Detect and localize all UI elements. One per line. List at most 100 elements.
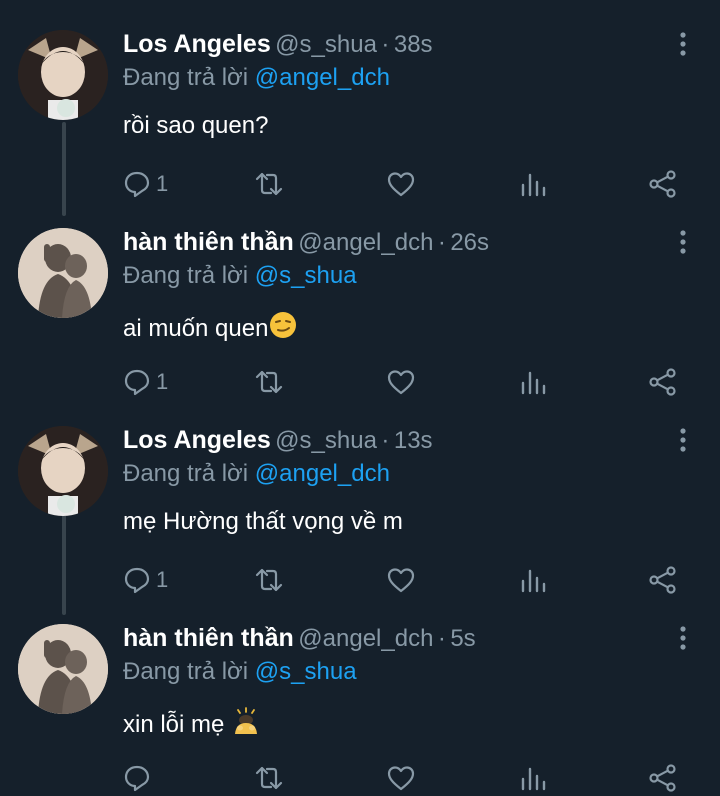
avatar[interactable] — [18, 228, 108, 318]
share-button[interactable] — [648, 364, 678, 400]
separator: · — [437, 625, 446, 652]
heart-icon — [387, 172, 415, 197]
user-handle[interactable]: @angel_dch — [298, 625, 433, 652]
more-options-icon[interactable] — [672, 228, 694, 258]
reply-count: 1 — [156, 171, 169, 196]
tweet-text: mẹ Hường thất vọng về m — [123, 508, 403, 536]
tweet-header: hàn thiên thần @angel_dch · 5s — [123, 624, 476, 660]
retweet-button[interactable] — [254, 760, 284, 796]
tweet-header: hàn thiên thần @angel_dch · 26s — [123, 228, 489, 264]
reply-icon — [124, 171, 150, 198]
timestamp[interactable]: 38s — [394, 31, 433, 58]
replying-to: Đang trả lời @angel_dch — [123, 460, 390, 488]
analytics-button[interactable] — [518, 760, 548, 796]
reply-icon — [124, 369, 150, 396]
tweet-text-content: rồi sao quen? — [123, 112, 269, 139]
tweet-actions: 1 — [118, 562, 688, 598]
tweet[interactable]: Los Angeles @s_shua · 38s Đang trả lời @… — [0, 30, 720, 200]
user-handle[interactable]: @s_shua — [275, 427, 377, 454]
tweet-text-content: ai muốn quen — [123, 315, 269, 342]
smirking-face-emoji — [270, 312, 297, 338]
analytics-icon — [521, 371, 546, 395]
share-icon — [649, 368, 676, 396]
retweet-icon — [255, 370, 283, 394]
avatar[interactable] — [18, 30, 108, 120]
display-name[interactable]: hàn thiên thần — [123, 228, 294, 256]
reply-prefix: Đang trả lời — [123, 658, 249, 685]
share-icon — [649, 566, 676, 594]
display-name[interactable]: hàn thiên thần — [123, 624, 294, 652]
display-name[interactable]: Los Angeles — [123, 30, 271, 58]
tweet-text-content: mẹ Hường thất vọng về m — [123, 508, 403, 535]
retweet-icon — [255, 766, 283, 790]
more-options-icon[interactable] — [672, 426, 694, 456]
retweet-button[interactable] — [254, 166, 284, 202]
analytics-icon — [521, 173, 546, 197]
analytics-button[interactable] — [518, 364, 548, 400]
avatar[interactable] — [18, 426, 108, 516]
reply-count: 1 — [156, 369, 169, 394]
reply-count: 1 — [156, 567, 169, 592]
analytics-icon — [521, 569, 546, 593]
heart-icon — [387, 766, 415, 791]
timestamp[interactable]: 5s — [450, 625, 475, 652]
tweet-actions — [118, 760, 688, 796]
retweet-icon — [255, 568, 283, 592]
more-options-icon[interactable] — [672, 30, 694, 60]
like-button[interactable] — [386, 760, 416, 796]
retweet-button[interactable] — [254, 364, 284, 400]
user-handle[interactable]: @angel_dch — [298, 229, 433, 256]
display-name[interactable]: Los Angeles — [123, 426, 271, 454]
tweet-actions: 1 — [118, 364, 688, 400]
analytics-button[interactable] — [518, 166, 548, 202]
tweet-text-content: xin lỗi mẹ — [123, 711, 232, 738]
bowing-person-emoji — [235, 707, 258, 734]
reply-mention[interactable]: @s_shua — [255, 262, 357, 289]
reply-button[interactable]: 1 — [122, 562, 168, 598]
like-button[interactable] — [386, 166, 416, 202]
replying-to: Đang trả lời @s_shua — [123, 262, 357, 290]
tweet[interactable]: Los Angeles @s_shua · 13s Đang trả lời @… — [0, 426, 720, 596]
reply-icon — [124, 567, 150, 594]
tweet-header: Los Angeles @s_shua · 38s — [123, 30, 433, 66]
share-button[interactable] — [648, 562, 678, 598]
retweet-button[interactable] — [254, 562, 284, 598]
tweet-actions: 1 — [118, 166, 688, 202]
tweet-text: xin lỗi mẹ — [123, 706, 261, 739]
timestamp[interactable]: 13s — [394, 427, 433, 454]
tweet-text: ai muốn quen — [123, 310, 298, 343]
tweet[interactable]: hàn thiên thần @angel_dch · 26s Đang trả… — [0, 228, 720, 398]
user-handle[interactable]: @s_shua — [275, 31, 377, 58]
reply-prefix: Đang trả lời — [123, 64, 249, 91]
reply-mention[interactable]: @angel_dch — [255, 64, 390, 91]
more-options-icon[interactable] — [672, 624, 694, 654]
analytics-button[interactable] — [518, 562, 548, 598]
replying-to: Đang trả lời @s_shua — [123, 658, 357, 686]
analytics-icon — [521, 767, 546, 791]
reply-mention[interactable]: @angel_dch — [255, 460, 390, 487]
reply-prefix: Đang trả lời — [123, 460, 249, 487]
separator: · — [381, 427, 390, 454]
reply-mention[interactable]: @s_shua — [255, 658, 357, 685]
timestamp[interactable]: 26s — [450, 229, 489, 256]
share-icon — [649, 764, 676, 792]
avatar[interactable] — [18, 624, 108, 714]
retweet-icon — [255, 172, 283, 196]
reply-prefix: Đang trả lời — [123, 262, 249, 289]
tweet-text: rồi sao quen? — [123, 112, 268, 140]
share-button[interactable] — [648, 760, 678, 796]
heart-icon — [387, 568, 415, 593]
reply-button[interactable] — [122, 760, 156, 796]
like-button[interactable] — [386, 364, 416, 400]
tweet-header: Los Angeles @s_shua · 13s — [123, 426, 433, 462]
replying-to: Đang trả lời @angel_dch — [123, 64, 390, 92]
separator: · — [381, 31, 390, 58]
reply-button[interactable]: 1 — [122, 166, 168, 202]
like-button[interactable] — [386, 562, 416, 598]
tweet[interactable]: hàn thiên thần @angel_dch · 5s Đang trả … — [0, 624, 720, 792]
reply-button[interactable]: 1 — [122, 364, 168, 400]
share-button[interactable] — [648, 166, 678, 202]
separator: · — [437, 229, 446, 256]
share-icon — [649, 170, 676, 198]
reply-icon — [124, 765, 150, 792]
